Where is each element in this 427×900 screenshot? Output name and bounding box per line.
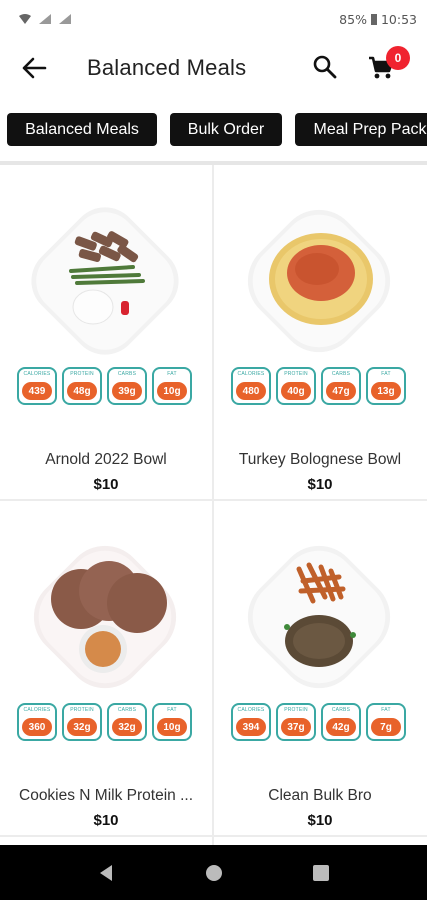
meal-price: $10 <box>307 812 333 829</box>
wifi-icon <box>19 14 31 24</box>
meal-name: Turkey Bolognese Bowl <box>238 451 402 468</box>
meal-card[interactable]: CALORIES 439 PROTEIN 48g CARBS 39g FAT 10g A… <box>0 165 212 499</box>
back-button[interactable] <box>18 52 50 84</box>
nutrition-badges: CALORIES 480 PROTEIN 40g CARBS 47g FAT 13g <box>231 367 411 407</box>
clock: 10:53 <box>380 11 417 27</box>
category-chips: Balanced Meals Bulk Order Meal Prep Pack <box>0 113 427 147</box>
meal-name: Cookies N Milk Protein ... <box>19 787 193 804</box>
search-icon <box>313 55 337 79</box>
calories-badge: CALORIES 480 <box>231 367 271 405</box>
meal-name: Clean Bulk Bro <box>268 787 372 804</box>
meal-image <box>247 209 391 353</box>
signal-icon <box>59 14 71 24</box>
arrow-left-icon <box>22 57 47 79</box>
chip-balanced-meals[interactable]: Balanced Meals <box>7 113 157 146</box>
meal-card[interactable]: CALORIES 480 PROTEIN 40g CARBS 47g FAT 13g T… <box>214 165 426 499</box>
nutrition-badges: CALORIES 360 PROTEIN 32g CARBS 32g FAT 10g <box>17 703 197 743</box>
meal-price: $10 <box>307 476 333 493</box>
meal-price: $10 <box>93 476 119 493</box>
nav-back-icon[interactable] <box>96 862 118 884</box>
nav-home-icon[interactable] <box>203 862 225 884</box>
carbs-badge: CARBS 42g <box>321 703 361 741</box>
cart-count-badge: 0 <box>386 46 410 70</box>
meal-name: Arnold 2022 Bowl <box>45 451 167 468</box>
grid-divider <box>0 835 427 837</box>
chip-meal-prep-pack[interactable]: Meal Prep Pack <box>295 113 427 146</box>
carbs-badge: CARBS 39g <box>107 367 147 405</box>
calories-badge: CALORIES 439 <box>17 367 57 405</box>
chip-bulk-order[interactable]: Bulk Order <box>170 113 282 146</box>
search-button[interactable] <box>312 54 340 82</box>
carbs-badge: CARBS 47g <box>321 367 361 405</box>
carbs-badge: CARBS 32g <box>107 703 147 741</box>
meal-image <box>33 545 177 689</box>
protein-badge: PROTEIN 37g <box>276 703 316 741</box>
fat-badge: FAT 7g <box>366 703 406 741</box>
status-bar: 85% 10:53 <box>0 0 427 38</box>
system-nav-bar <box>0 845 427 900</box>
battery-icon <box>370 13 377 25</box>
meal-image <box>31 207 179 355</box>
app-bar: Balanced Meals 0 <box>0 38 427 98</box>
nutrition-badges: CALORIES 439 PROTEIN 48g CARBS 39g FAT 10g <box>17 367 197 407</box>
calories-badge: CALORIES 394 <box>231 703 271 741</box>
calories-badge: CALORIES 360 <box>17 703 57 741</box>
grid-divider <box>212 165 214 845</box>
meal-image <box>247 545 391 689</box>
battery-percent: 85% <box>339 11 367 27</box>
protein-badge: PROTEIN 32g <box>62 703 102 741</box>
nav-recents-icon[interactable] <box>310 862 332 884</box>
status-icons <box>18 13 72 25</box>
protein-badge: PROTEIN 40g <box>276 367 316 405</box>
nutrition-badges: CALORIES 394 PROTEIN 37g CARBS 42g FAT 7g <box>231 703 411 743</box>
meal-card[interactable]: CALORIES 360 PROTEIN 32g CARBS 32g FAT 10g C… <box>0 501 212 835</box>
meal-price: $10 <box>93 812 119 829</box>
protein-badge: PROTEIN 48g <box>62 367 102 405</box>
fat-badge: FAT 13g <box>366 367 406 405</box>
fat-badge: FAT 10g <box>152 703 192 741</box>
grid-divider <box>0 499 427 501</box>
meal-card[interactable]: CALORIES 394 PROTEIN 37g CARBS 42g FAT 7g Cl… <box>214 501 426 835</box>
page-title: Balanced Meals <box>87 55 247 80</box>
signal-icon <box>39 14 51 24</box>
status-right: 85% 10:53 <box>339 12 417 27</box>
fat-badge: FAT 10g <box>152 367 192 405</box>
